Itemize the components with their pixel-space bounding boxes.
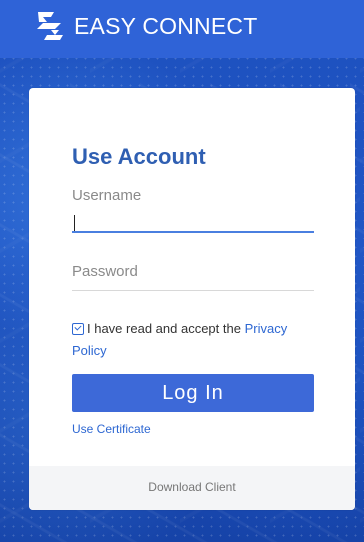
password-label: Password	[72, 263, 138, 280]
username-underline	[72, 231, 314, 233]
page-title: Use Account	[72, 143, 206, 169]
password-field[interactable]: Password	[72, 264, 314, 300]
use-certificate-link[interactable]: Use Certificate	[72, 423, 151, 435]
login-card: Use Account Username Password I have rea…	[29, 88, 355, 510]
username-label: Username	[72, 187, 142, 204]
easy-connect-logo-icon	[37, 12, 63, 40]
username-field[interactable]: Username	[72, 188, 314, 238]
app-header: EASY CONNECT	[0, 0, 364, 58]
username-cursor	[74, 215, 75, 231]
download-client-link[interactable]: Download Client	[29, 481, 355, 493]
card-footer: Download Client	[29, 466, 355, 510]
privacy-agreement: I have read and accept the Privacy Polic…	[72, 318, 304, 362]
privacy-agreement-checkbox[interactable]	[72, 323, 84, 335]
privacy-agreement-text: I have read and accept the	[87, 321, 241, 336]
password-underline	[72, 290, 314, 291]
brand: EASY CONNECT	[34, 11, 257, 41]
login-button[interactable]: Log In	[72, 374, 314, 412]
brand-name: EASY CONNECT	[74, 12, 258, 39]
